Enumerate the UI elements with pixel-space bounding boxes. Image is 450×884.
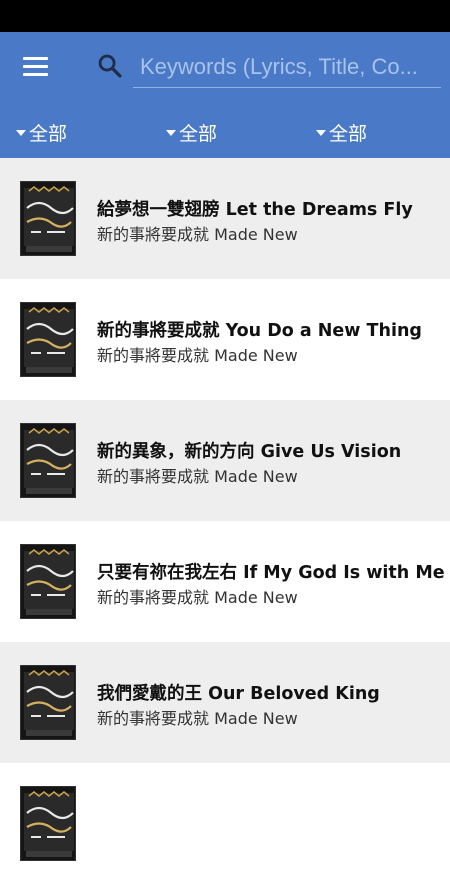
album-cover	[20, 302, 76, 377]
dropdown-arrow-icon	[166, 130, 176, 136]
dropdown-arrow-icon	[16, 130, 26, 136]
dropdown-arrow-icon	[316, 130, 326, 136]
song-list: 給夢想一雙翅膀 Let the Dreams Fly 新的事將要成就 Made N…	[0, 158, 450, 884]
search-input[interactable]	[133, 46, 441, 88]
filter-label: 全部	[329, 122, 368, 145]
song-title: 給夢想一雙翅膀 Let the Dreams Fly	[97, 200, 413, 220]
song-title: 新的事將要成就 You Do a New Thing	[97, 321, 422, 341]
song-album: 新的事將要成就 Made New	[97, 588, 298, 607]
menu-icon[interactable]	[14, 48, 56, 84]
song-title: 我們愛戴的王 Our Beloved King	[97, 684, 380, 704]
song-album: 新的事將要成就 Made New	[97, 225, 298, 244]
song-album: 新的事將要成就 Made New	[97, 709, 298, 728]
album-cover	[20, 423, 76, 498]
song-album: 新的事將要成就 Made New	[97, 467, 298, 486]
filter-label: 全部	[179, 122, 218, 145]
album-cover	[20, 544, 76, 619]
list-item[interactable]: 新的事將要成就 You Do a New Thing 新的事將要成就 Made N…	[0, 279, 450, 400]
list-item[interactable]: 只要有祢在我左右 If My God Is with Me 新的事將要成就 Mad…	[0, 521, 450, 642]
filter-dropdown-3[interactable]: 全部	[316, 116, 367, 148]
album-cover	[20, 181, 76, 256]
list-item[interactable]: 給夢想一雙翅膀 Let the Dreams Fly 新的事將要成就 Made N…	[0, 158, 450, 279]
search-icon	[98, 54, 122, 78]
song-title: 只要有祢在我左右 If My God Is with Me	[97, 563, 445, 583]
list-item[interactable]: 我們愛戴的王 Our Beloved King 新的事將要成就 Made New	[0, 642, 450, 763]
song-title: 新的異象，新的方向 Give Us Vision	[97, 442, 402, 462]
filter-dropdown-2[interactable]: 全部	[166, 116, 217, 148]
status-bar	[0, 0, 450, 32]
filter-dropdown-1[interactable]: 全部	[16, 116, 67, 148]
album-cover	[20, 665, 76, 740]
app-bar: 全部 全部 全部	[0, 32, 450, 158]
album-cover	[20, 786, 76, 861]
list-item[interactable]: 新的異象，新的方向 Give Us Vision 新的事將要成就 Made New	[0, 400, 450, 521]
list-item[interactable]	[0, 763, 450, 884]
song-album: 新的事將要成就 Made New	[97, 346, 298, 365]
filter-label: 全部	[29, 122, 68, 145]
